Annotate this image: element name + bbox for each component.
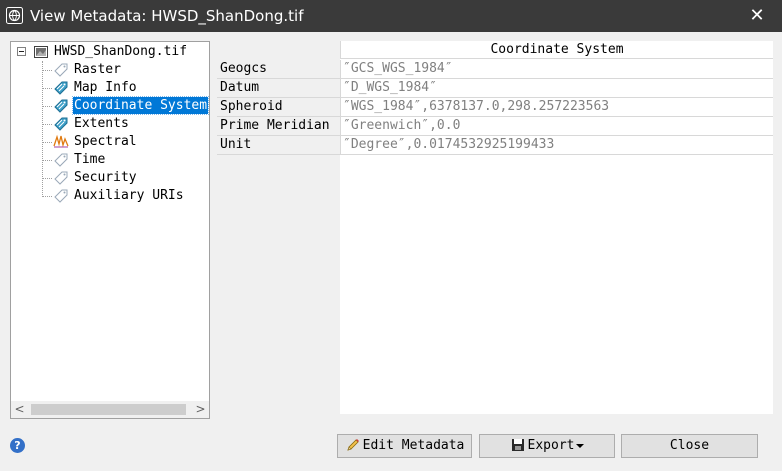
tree-item-label: Raster [74, 62, 121, 77]
tree-item-label: Extents [74, 116, 129, 131]
raster-file-icon [34, 46, 48, 58]
tree-horizontal-scrollbar[interactable]: < > [11, 401, 209, 418]
grid-row[interactable]: Geogcs ″GCS_WGS_1984″ [217, 60, 773, 79]
globe-icon [6, 7, 23, 24]
title-bar: View Metadata: HWSD_ShanDong.tif ✕ [0, 0, 782, 32]
grid-row[interactable]: Datum ″D_WGS_1984″ [217, 79, 773, 98]
grid-row[interactable]: Prime Meridian ″Greenwich″,0.0 [217, 117, 773, 136]
edit-metadata-button[interactable]: Edit Metadata [337, 434, 472, 458]
tree-connector [42, 61, 43, 197]
pencil-icon [346, 438, 359, 451]
tag-blue-icon [54, 117, 68, 131]
chevron-left-icon: < [14, 402, 25, 416]
property-name: Datum [217, 79, 340, 98]
grid-row[interactable]: Spheroid ″WGS_1984″,6378137.0,298.2572235… [217, 98, 773, 117]
close-window-button[interactable]: ✕ [744, 4, 770, 28]
property-name: Spheroid [217, 98, 340, 117]
property-value[interactable]: ″Degree″,0.0174532925199433 [340, 136, 773, 155]
tree-item-label: Spectral [74, 134, 137, 149]
property-value[interactable]: ″D_WGS_1984″ [340, 79, 773, 98]
tree-root-file[interactable]: HWSD_ShanDong.tif [11, 43, 209, 61]
tag-gray-icon [54, 63, 68, 77]
tree-item-label: Auxiliary URIs [74, 188, 184, 203]
tag-gray-icon [54, 171, 68, 185]
property-name: Geogcs [217, 60, 340, 79]
chevron-right-icon: > [195, 402, 206, 416]
tree-item-coordinate-system[interactable]: Coordinate System [53, 96, 209, 115]
property-name: Unit [217, 136, 340, 155]
export-button[interactable]: Export [479, 434, 615, 458]
help-icon: ? [14, 439, 21, 452]
tree-item-raster[interactable]: Raster [53, 61, 209, 79]
close-icon: ✕ [749, 5, 765, 26]
tag-blue-icon [54, 81, 68, 95]
tree-item-label: Map Info [74, 80, 137, 95]
tree-item-label: Coordinate System [71, 96, 209, 115]
dropdown-caret-icon [576, 443, 585, 448]
tree-item-security[interactable]: Security [53, 169, 209, 187]
tree-item-time[interactable]: Time [53, 151, 209, 169]
property-name: Prime Meridian [217, 117, 340, 136]
tree-item-auxiliary-uris[interactable]: Auxiliary URIs [53, 187, 209, 205]
edit-metadata-label: Edit Metadata [362, 438, 465, 453]
close-label: Close [669, 438, 710, 453]
property-value[interactable]: ″Greenwich″,0.0 [340, 117, 773, 136]
tree-item-label: Security [74, 170, 137, 185]
grid-row[interactable]: Unit ″Degree″,0.0174532925199433 [217, 136, 773, 155]
export-label: Export [527, 438, 575, 453]
scroll-left-button[interactable]: < [11, 401, 28, 418]
metadata-tree[interactable]: HWSD_ShanDong.tif Raster Map Info Coordina… [10, 41, 210, 419]
tag-gray-icon [54, 153, 68, 167]
tree-item-label: Time [74, 152, 106, 167]
property-grid: Coordinate System Geogcs ″GCS_WGS_1984″ Da… [217, 41, 773, 414]
grid-header: Coordinate System [340, 41, 773, 59]
tree-root-label: HWSD_ShanDong.tif [54, 44, 188, 59]
tag-gray-icon [54, 189, 68, 203]
property-value[interactable]: ″GCS_WGS_1984″ [340, 60, 773, 79]
tag-blue-icon [54, 99, 68, 113]
spectral-icon [53, 134, 69, 148]
help-button[interactable]: ? [10, 438, 25, 453]
tree-item-map-info[interactable]: Map Info [53, 79, 209, 97]
scroll-right-button[interactable]: > [192, 401, 209, 418]
scroll-thumb[interactable] [31, 404, 186, 415]
save-icon [511, 438, 524, 451]
property-value[interactable]: ″WGS_1984″,6378137.0,298.257223563 [340, 98, 773, 117]
window-title: View Metadata: HWSD_ShanDong.tif [30, 7, 304, 25]
tree-item-spectral[interactable]: Spectral [53, 133, 209, 151]
tree-item-extents[interactable]: Extents [53, 115, 209, 133]
close-button[interactable]: Close [621, 434, 758, 458]
